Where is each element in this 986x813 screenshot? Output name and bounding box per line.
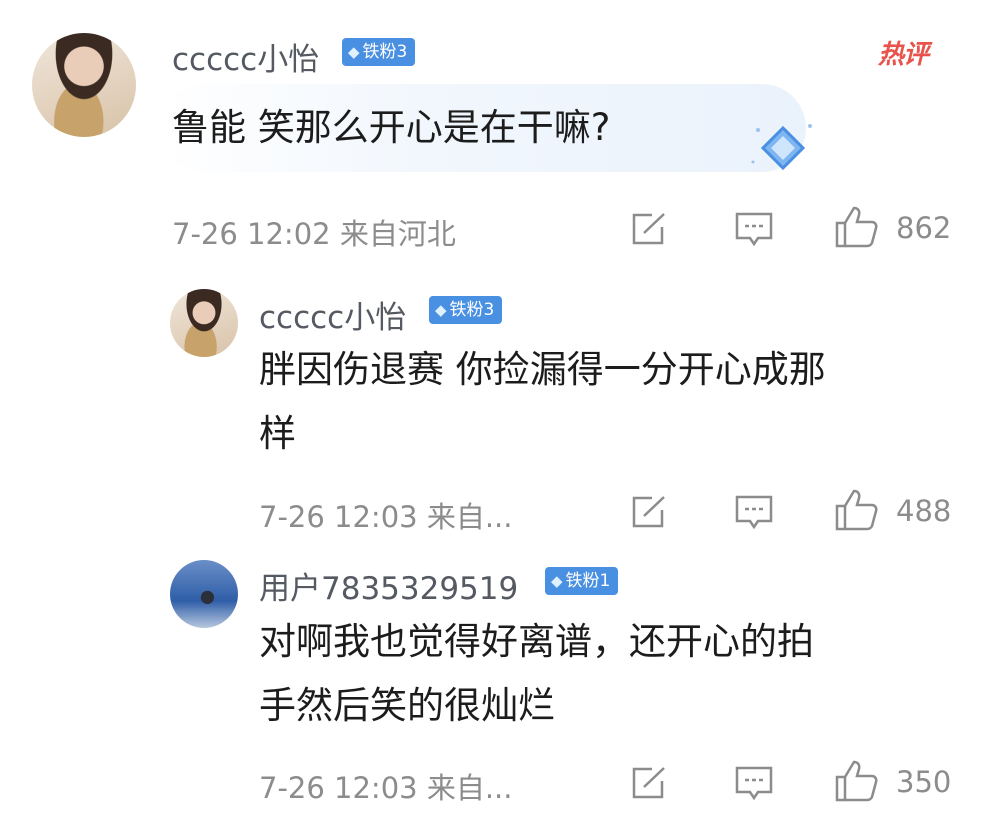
badge-label: 铁粉3	[449, 300, 495, 320]
like-count: 488	[896, 494, 952, 528]
share-icon[interactable]	[630, 765, 670, 801]
comment-meta: 7-26 12:03 来自...	[259, 500, 513, 534]
diamond-icon: ◆	[551, 572, 563, 590]
share-icon[interactable]	[630, 494, 670, 530]
badge-label: 铁粉3	[362, 42, 408, 62]
avatar[interactable]	[170, 289, 238, 357]
comment-text: 鲁能 笑那么开心是在干嘛?	[172, 106, 611, 149]
comment-icon[interactable]	[734, 211, 774, 249]
badge-label: 铁粉1	[565, 571, 611, 591]
like-count: 862	[896, 211, 952, 245]
fan-badge[interactable]: ◆ 铁粉3	[429, 296, 503, 324]
share-icon[interactable]	[630, 211, 670, 247]
comment-icon[interactable]	[734, 765, 774, 803]
username[interactable]: 用户7835329519	[259, 563, 518, 608]
comment-text-line-2: 手然后笑的很灿烂	[259, 684, 555, 727]
avatar[interactable]	[170, 560, 238, 628]
hot-comment-tag: 热评	[878, 40, 929, 70]
thumbs-up-icon[interactable]	[834, 759, 880, 803]
avatar[interactable]	[32, 33, 136, 137]
thumbs-up-icon[interactable]	[834, 205, 880, 249]
fan-badge[interactable]: ◆ 铁粉1	[545, 567, 619, 595]
comment-text-line-1: 胖因伤退赛 你捡漏得一分开心成那	[259, 348, 826, 391]
thumbs-up-icon[interactable]	[834, 488, 880, 532]
username[interactable]: ccccc小怡	[259, 292, 406, 337]
fan-badge[interactable]: ◆ 铁粉3	[342, 38, 416, 66]
diamond-icon: ◆	[348, 43, 360, 61]
like-count: 350	[896, 765, 952, 799]
username[interactable]: ccccc小怡	[172, 34, 319, 79]
comment-meta: 7-26 12:02 来自河北	[172, 217, 456, 251]
diamond-decoration-icon	[751, 124, 812, 171]
comment-text-line-2: 样	[259, 412, 296, 455]
comment-meta: 7-26 12:03 来自...	[259, 771, 513, 805]
diamond-icon: ◆	[435, 301, 447, 319]
comment-icon[interactable]	[734, 494, 774, 532]
comment-text-line-1: 对啊我也觉得好离谱，还开心的拍	[259, 620, 814, 663]
